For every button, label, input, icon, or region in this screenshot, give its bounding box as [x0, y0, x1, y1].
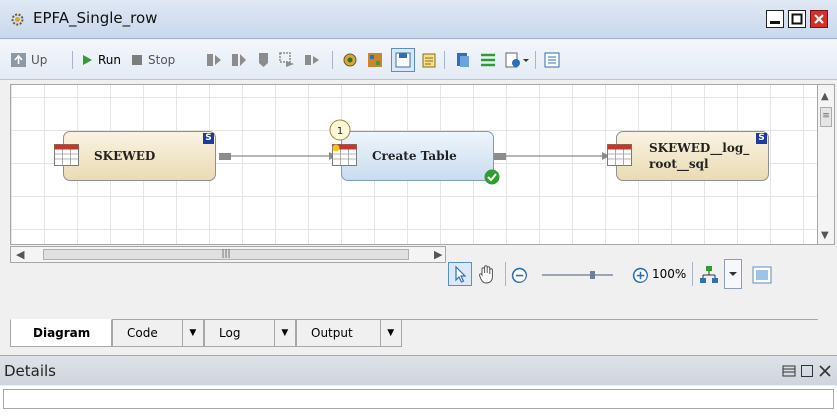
zoom-out-icon[interactable] [511, 267, 527, 283]
save-icon[interactable] [391, 48, 415, 72]
notes-icon[interactable] [420, 51, 438, 69]
diagram-node-create-table[interactable]: Create Table 1 [329, 119, 500, 185]
node-label: SKEWED [94, 149, 156, 163]
close-button[interactable] [810, 10, 828, 28]
table-create-icon [332, 144, 357, 166]
scroll-thumb[interactable]: ≡ [820, 107, 832, 127]
task-list-icon[interactable] [543, 51, 561, 69]
tab-label: Code [127, 326, 158, 340]
status-badge: S [756, 133, 767, 144]
hand-tool-icon[interactable] [476, 263, 498, 285]
step-down-icon[interactable] [255, 51, 273, 69]
step-number: 1 [337, 126, 343, 137]
node-label-line1: SKEWED__log_ [649, 141, 750, 155]
stop-icon [132, 55, 142, 65]
toolbar: Up Run Stop [0, 40, 837, 80]
run-icon [83, 55, 92, 65]
up-icon [11, 53, 26, 67]
properties-icon[interactable] [341, 51, 359, 69]
details-panel-body [0, 386, 837, 416]
details-panel-header: Details [0, 355, 837, 385]
chevron-down-icon[interactable] [522, 51, 530, 69]
pointer-icon [455, 265, 467, 283]
tab-output[interactable]: Output ▼ [296, 319, 402, 347]
zoom-slider[interactable] [542, 274, 613, 276]
maximize-button[interactable] [788, 10, 806, 28]
zoom-slider-handle[interactable] [589, 271, 595, 279]
zoom-value: 100% [652, 267, 687, 281]
auto-arrange-icon[interactable] [698, 264, 720, 286]
scroll-right-icon[interactable]: ▶ [434, 248, 442, 261]
zoom-in-icon[interactable] [632, 267, 648, 283]
run-label: Run [98, 53, 122, 67]
up-button[interactable]: Up [10, 49, 47, 71]
toolbar-separator [535, 51, 536, 69]
details-field[interactable] [3, 389, 834, 409]
map-icon[interactable] [366, 51, 384, 69]
chevron-down-icon [729, 272, 737, 276]
step-selected-icon[interactable] [278, 51, 296, 69]
horizontal-scrollbar[interactable]: ◀ ||| ▶ [10, 246, 446, 263]
gear-cluster-icon [11, 13, 24, 26]
minimize-icon [770, 21, 780, 24]
controls-separator [692, 262, 693, 286]
node-label: Create Table [372, 149, 457, 163]
title-bar: EPFA_Single_row [0, 0, 837, 39]
diagram-node-skewed[interactable]: SKEWED S [54, 131, 216, 181]
tab-diagram[interactable]: Diagram [10, 319, 112, 347]
tab-label: Log [219, 326, 241, 340]
layout-dropdown-button[interactable] [724, 259, 742, 289]
toolbar-separator [72, 51, 73, 69]
step-forward-icon[interactable] [205, 51, 223, 69]
editor-tabs: Diagram Code ▼ Log ▼ Output ▼ [10, 319, 818, 347]
diagram-controls: 100% [446, 246, 818, 300]
toolbar-separator [332, 51, 333, 69]
diagram-canvas[interactable]: SKEWED S Create Table 1 SKEWED__log_ roo… [10, 84, 818, 245]
tab-code[interactable]: Code ▼ [112, 319, 204, 347]
node-label-line2: root__sql [649, 157, 709, 171]
close-icon [814, 14, 824, 24]
chevron-down-icon[interactable]: ▼ [273, 319, 295, 347]
scroll-left-icon[interactable]: ◀ [16, 248, 24, 261]
up-label: Up [31, 53, 48, 67]
maximize-panel-icon[interactable] [800, 364, 814, 378]
toolbar-separator [444, 51, 445, 69]
chevron-down-icon[interactable]: ▼ [181, 319, 203, 347]
tab-log[interactable]: Log ▼ [204, 319, 296, 347]
run-button[interactable]: Run [80, 49, 121, 71]
maximize-icon [791, 13, 803, 25]
scroll-down-icon[interactable]: ▼ [821, 230, 829, 241]
tab-label: Output [311, 326, 353, 340]
step-number-badge: 1 [329, 119, 351, 141]
overview-window-icon[interactable] [751, 264, 773, 286]
success-check-icon [484, 169, 500, 185]
run-options-icon[interactable] [504, 51, 522, 69]
stop-label: Stop [148, 53, 176, 67]
window-title: EPFA_Single_row [33, 9, 158, 27]
table-icon [54, 144, 79, 166]
tab-label: Diagram [33, 326, 91, 340]
vertical-scrollbar[interactable]: ▲ ≡ ▼ [818, 84, 835, 245]
controls-separator [505, 262, 506, 286]
step-next-icon[interactable] [303, 51, 321, 69]
scroll-up-icon[interactable]: ▲ [821, 91, 829, 102]
chevron-down-icon[interactable]: ▼ [379, 319, 401, 347]
stop-button[interactable]: Stop [130, 49, 175, 71]
diagram-node-skewed-log[interactable]: SKEWED__log_ root__sql S [607, 131, 769, 181]
status-badge: S [203, 133, 214, 144]
list-icon[interactable] [479, 51, 497, 69]
minimize-button[interactable] [766, 10, 784, 28]
step-multiple-icon[interactable] [230, 51, 248, 69]
scroll-thumb[interactable]: ||| [43, 249, 409, 260]
pointer-tool-button[interactable] [448, 262, 472, 286]
table-icon [607, 144, 632, 166]
restore-panel-icon[interactable] [782, 364, 796, 378]
details-title: Details [4, 362, 57, 380]
copy-icon[interactable] [454, 51, 472, 69]
close-panel-icon[interactable] [818, 364, 832, 378]
